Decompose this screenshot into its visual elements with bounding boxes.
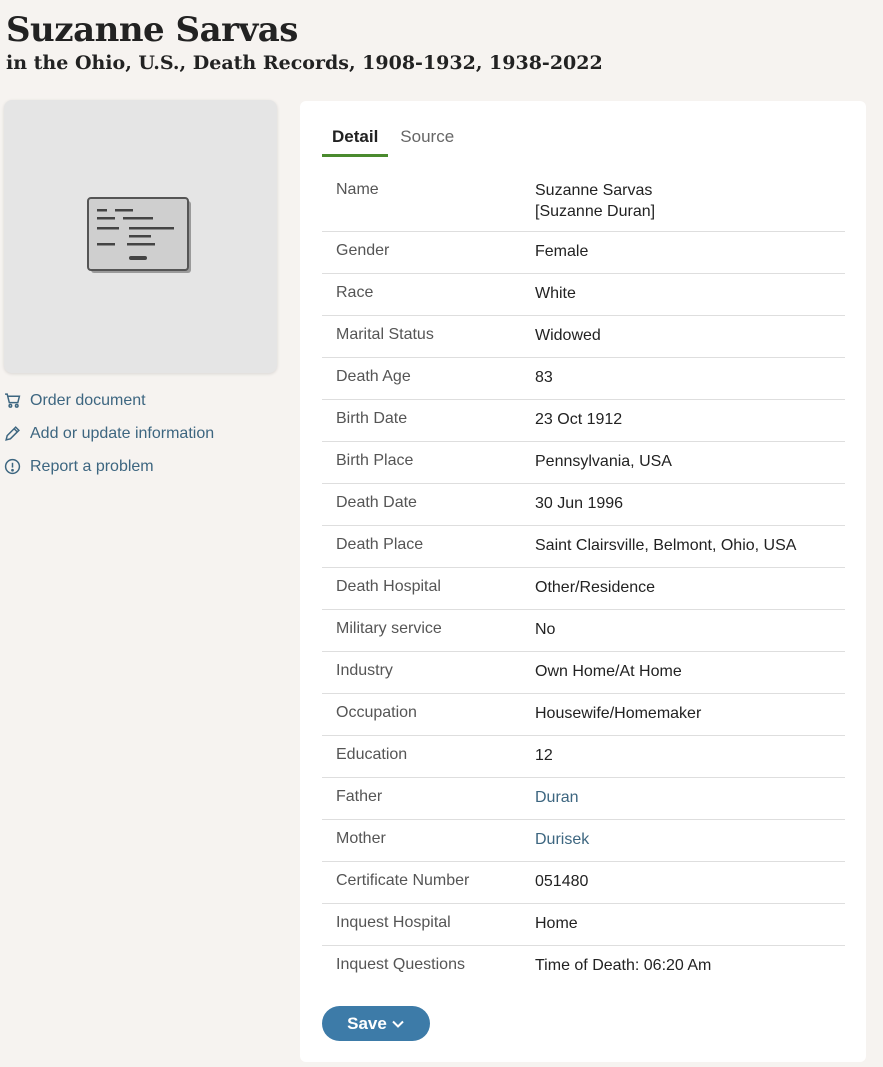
field-value: Housewife/Homemaker xyxy=(535,705,702,722)
field-row-father: Father Duran xyxy=(322,778,845,820)
collection-subtitle: in the Ohio, U.S., Death Records, 1908-1… xyxy=(6,52,603,74)
field-label: Gender xyxy=(336,242,390,259)
field-row-birth-date: Birth Date 23 Oct 1912 xyxy=(322,400,845,442)
field-row-inquest-hospital: Inquest Hospital Home xyxy=(322,904,845,946)
field-value: Saint Clairsville, Belmont, Ohio, USA xyxy=(535,537,797,554)
field-label: Mother xyxy=(336,830,386,847)
field-value: Widowed xyxy=(535,327,601,344)
record-actions: Order document Add or update information… xyxy=(4,384,214,483)
field-label: Occupation xyxy=(336,704,417,721)
field-label: Military service xyxy=(336,620,442,637)
field-value: 23 Oct 1912 xyxy=(535,411,623,428)
field-row-name: Name Suzanne Sarvas [Suzanne Duran] xyxy=(322,171,845,232)
field-label: Death Age xyxy=(336,368,411,385)
field-row-marital-status: Marital Status Widowed xyxy=(322,316,845,358)
document-record-icon xyxy=(86,196,191,273)
field-label: Certificate Number xyxy=(336,872,470,889)
tab-detail[interactable]: Detail xyxy=(322,121,389,157)
field-value: Suzanne Sarvas [Suzanne Duran] xyxy=(535,180,845,231)
field-row-death-place: Death Place Saint Clairsville, Belmont, … xyxy=(322,526,845,568)
field-value: 30 Jun 1996 xyxy=(535,495,624,512)
field-label: Death Hospital xyxy=(336,578,441,595)
field-value: 83 xyxy=(535,369,553,386)
field-row-inquest-questions: Inquest Questions Time of Death: 06:20 A… xyxy=(322,946,845,988)
page-header: Suzanne Sarvas in the Ohio, U.S., Death … xyxy=(6,8,603,76)
order-document-label: Order document xyxy=(30,391,146,409)
field-label: Marital Status xyxy=(336,326,434,343)
report-problem-link[interactable]: Report a problem xyxy=(4,450,214,483)
field-row-gender: Gender Female xyxy=(322,232,845,274)
father-link[interactable]: Duran xyxy=(535,787,845,819)
field-value: Female xyxy=(535,243,589,260)
name-alternate: [Suzanne Duran] xyxy=(535,203,656,220)
add-update-information-link[interactable]: Add or update information xyxy=(4,417,214,450)
report-problem-label: Report a problem xyxy=(30,457,154,475)
field-value: 051480 xyxy=(535,873,589,890)
field-value: No xyxy=(535,621,556,638)
field-row-birth-place: Birth Place Pennsylvania, USA xyxy=(322,442,845,484)
field-label: Inquest Hospital xyxy=(336,914,451,931)
record-detail-card: Detail Source Name Suzanne Sarvas [Suzan… xyxy=(300,101,866,1062)
pencil-icon xyxy=(5,426,20,441)
add-update-information-label: Add or update information xyxy=(30,424,215,442)
cart-icon xyxy=(5,393,21,408)
save-label: Save xyxy=(347,1013,387,1033)
field-value: Other/Residence xyxy=(535,579,656,596)
field-row-certificate-number: Certificate Number 051480 xyxy=(322,862,845,904)
field-label: Father xyxy=(336,788,383,805)
field-value: White xyxy=(535,285,576,302)
field-value: Time of Death: 06:20 Am xyxy=(535,957,712,974)
field-value: Pennsylvania, USA xyxy=(535,453,672,470)
field-row-occupation: Occupation Housewife/Homemaker xyxy=(322,694,845,736)
alert-circle-icon xyxy=(4,458,21,475)
record-fields-table: Name Suzanne Sarvas [Suzanne Duran] Gend… xyxy=(322,171,845,988)
field-row-death-age: Death Age 83 xyxy=(322,358,845,400)
field-label: Name xyxy=(336,181,379,198)
field-row-race: Race White xyxy=(322,274,845,316)
chevron-down-icon xyxy=(392,1020,404,1028)
field-label: Industry xyxy=(336,662,393,679)
field-row-death-hospital: Death Hospital Other/Residence xyxy=(322,568,845,610)
mother-link[interactable]: Durisek xyxy=(535,829,845,861)
field-row-military-service: Military service No xyxy=(322,610,845,652)
field-value: 12 xyxy=(535,747,553,764)
field-label: Education xyxy=(336,746,408,763)
name-primary: Suzanne Sarvas xyxy=(535,182,653,199)
order-document-link[interactable]: Order document xyxy=(4,384,214,417)
field-label: Birth Date xyxy=(336,410,408,427)
save-button[interactable]: Save xyxy=(322,1006,430,1041)
tab-source[interactable]: Source xyxy=(390,121,464,157)
record-tabs: Detail Source xyxy=(322,121,466,157)
field-label: Death Date xyxy=(336,494,417,511)
field-label: Inquest Questions xyxy=(336,956,465,973)
field-row-education: Education 12 xyxy=(322,736,845,778)
field-value: Own Home/At Home xyxy=(535,663,682,680)
document-thumbnail[interactable] xyxy=(4,100,277,373)
field-row-death-date: Death Date 30 Jun 1996 xyxy=(322,484,845,526)
field-row-mother: Mother Durisek xyxy=(322,820,845,862)
page-title: Suzanne Sarvas xyxy=(6,10,298,50)
field-value: Home xyxy=(535,915,578,932)
field-row-industry: Industry Own Home/At Home xyxy=(322,652,845,694)
field-label: Birth Place xyxy=(336,452,414,469)
field-label: Race xyxy=(336,284,374,301)
field-label: Death Place xyxy=(336,536,424,553)
